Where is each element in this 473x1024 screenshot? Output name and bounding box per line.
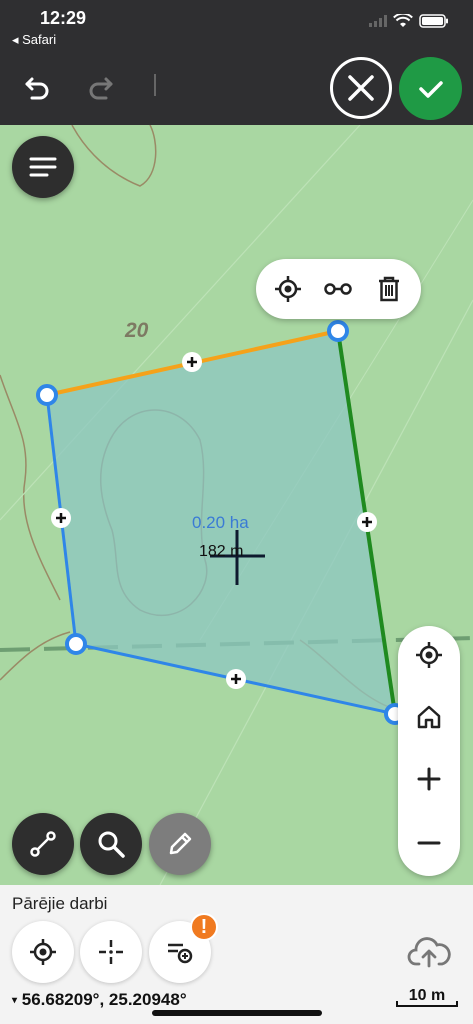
coordinates-readout[interactable]: ▾ 56.68209°, 25.20948° [12,990,187,1010]
crosshair-icon [99,940,123,964]
area-label: 0.20 ha [192,513,249,532]
measure-button[interactable] [12,813,74,875]
close-icon [348,75,374,101]
crosshair-target-icon [30,939,56,965]
coordinates-text: 56.68209°, 25.20948° [21,990,187,1009]
wifi-icon [393,14,413,27]
vertex-handle [36,384,58,406]
battery-icon [419,14,448,28]
warning-badge: ! [190,913,218,941]
contour-label: 20 [125,319,149,342]
zoom-in-button[interactable] [404,754,454,804]
crosshair-target-icon [275,276,301,302]
crosshair-target-icon [416,642,442,668]
vertex-popup [256,259,421,319]
scale-bar-line [396,1001,458,1007]
zoom-out-button[interactable] [404,818,454,868]
toolbar-divider [154,74,156,96]
plus-icon [417,767,441,791]
signal-icon [369,15,387,27]
edit-button[interactable] [149,813,211,875]
trash-icon [379,276,399,302]
undo-icon [25,77,49,100]
home-icon [417,705,441,729]
minus-icon [417,841,441,845]
cancel-button[interactable] [330,57,392,119]
midpoint-add-handle [226,669,246,689]
undo-button[interactable] [16,66,60,110]
distance-label: 182 m [199,543,244,560]
vertex-split-button[interactable] [318,269,358,309]
midpoint-add-handle [182,352,202,372]
back-to-app-link[interactable]: ◂ Safari [12,32,56,48]
vertex-link-icon [324,283,352,295]
status-time: 12:29 [40,8,87,28]
home-indicator [152,1010,322,1016]
section-title: Pārējie darbi [12,894,108,913]
vertex-handle-selected [327,320,349,342]
vertex-locate-button[interactable] [268,269,308,309]
add-to-list-button[interactable]: ! [149,913,218,983]
list-add-icon [168,943,193,964]
line-measure-icon [30,831,56,857]
gps-point-button[interactable] [12,921,74,983]
status-icons [369,14,449,28]
search-button[interactable] [80,813,142,875]
vertex-handle [65,633,87,655]
home-extent-button[interactable] [404,692,454,742]
redo-button[interactable] [78,66,122,110]
center-point-button[interactable] [80,921,142,983]
map-controls-panel [398,626,460,876]
scale-bar: 10 m [392,987,462,1007]
my-location-button[interactable] [404,630,454,680]
midpoint-add-handle [357,512,377,532]
vertex-delete-button[interactable] [369,269,409,309]
chevron-down-icon: ▾ [12,995,18,1007]
midpoint-add-handle [51,508,71,528]
menu-button[interactable] [12,136,74,198]
confirm-button[interactable] [399,57,462,120]
search-icon [98,831,125,858]
upload-button[interactable] [404,929,454,973]
bottom-panel: Pārējie darbi ! ▾ 56.68209°, 25.20948° 1… [0,885,473,1024]
pencil-icon [169,832,192,855]
redo-icon [89,77,113,100]
menu-icon [29,157,57,177]
status-bar: 12:29 ◂ Safari [0,0,473,55]
cloud-upload-icon [407,937,451,968]
check-icon [418,80,443,98]
